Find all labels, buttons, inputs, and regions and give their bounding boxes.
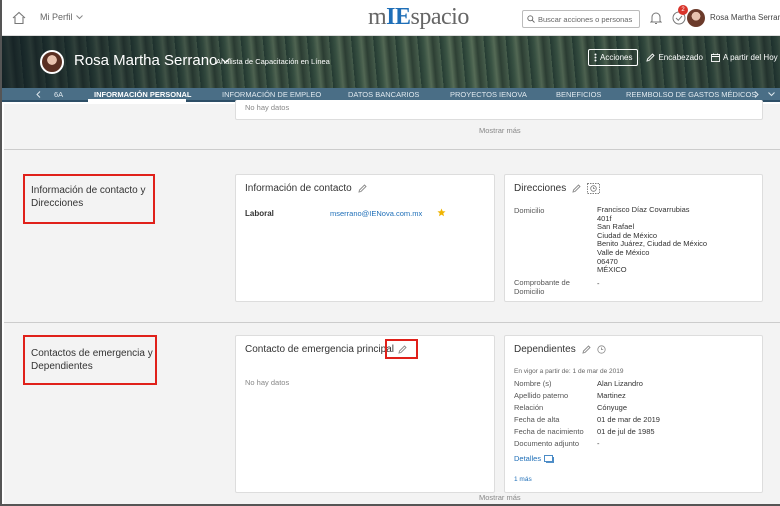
highlight-box: [23, 174, 155, 224]
show-more-link[interactable]: Mostrar más: [479, 126, 521, 135]
address-line: MÉXICO: [597, 265, 627, 275]
chevron-down-icon[interactable]: [768, 92, 775, 97]
details-label: Detalles: [514, 454, 542, 463]
search-icon: [527, 15, 535, 23]
header-edit-button[interactable]: Encabezado: [646, 53, 703, 62]
tab-personal-info[interactable]: INFORMACIÓN PERSONAL: [94, 90, 192, 99]
history-icon[interactable]: [587, 183, 601, 194]
actions-label: Acciones: [600, 53, 633, 62]
tab-benefits[interactable]: BENEFICIOS: [556, 90, 601, 99]
previous-card: No hay datos: [235, 100, 763, 120]
header-label: Encabezado: [658, 53, 703, 62]
app-window: Mi Perfil mIEspacio Buscar acciones o pe…: [0, 0, 780, 506]
dependent-field-label: Apellido paterno: [514, 391, 569, 400]
profile-header: Rosa Martha Serrano Analista de Capacita…: [2, 36, 780, 88]
more-vertical-icon: [594, 53, 597, 62]
card-title: Información de contacto: [245, 183, 352, 194]
card-title: Dependientes: [514, 344, 576, 355]
dependent-field-value: Cónyuge: [597, 403, 628, 412]
tab-bank-data[interactable]: DATOS BANCARIOS: [348, 90, 419, 99]
dependent-field-label: Relación: [514, 403, 544, 412]
as-of-label: A partir del Hoy: [722, 53, 778, 62]
section-divider: [4, 322, 780, 323]
proof-of-address-label: Comprobante de Domicilio: [514, 278, 570, 296]
effective-date: En vigor a partir de: 1 de mar de 2019: [514, 368, 624, 375]
tab-6a[interactable]: 6A: [54, 90, 63, 99]
pencil-icon[interactable]: [572, 184, 581, 193]
chevron-down-icon: [75, 14, 83, 19]
details-link[interactable]: Detalles: [514, 454, 555, 463]
dependent-field-value: Alan Lizandro: [597, 379, 643, 388]
dependents-card: Dependientes En vigor a partir de: 1 de …: [504, 335, 763, 493]
actions-button[interactable]: Acciones: [588, 49, 639, 66]
my-profile-label: Mi Perfil: [40, 12, 73, 22]
emergency-contact-card: Contacto de emergencia principal No hay …: [235, 335, 495, 493]
active-tab-indicator: [88, 99, 186, 102]
no-data-text: No hay datos: [245, 103, 290, 112]
show-more-link[interactable]: Mostrar más: [479, 493, 521, 502]
home-icon[interactable]: [12, 11, 26, 25]
pencil-icon[interactable]: [582, 345, 591, 354]
card-header: Información de contacto: [245, 183, 367, 194]
dependent-field-value: 01 de mar de 2019: [597, 415, 660, 424]
top-bar: Mi Perfil mIEspacio Buscar acciones o pe…: [2, 0, 780, 36]
dependent-field-label: Nombre (s): [514, 379, 552, 388]
search-input[interactable]: Buscar acciones o personas: [522, 10, 640, 28]
tab-ienova-projects[interactable]: PROYECTOS IENOVA: [450, 90, 527, 99]
dependent-field-label: Documento adjunto: [514, 439, 580, 448]
avatar[interactable]: [687, 9, 705, 27]
as-of-date-button[interactable]: A partir del Hoy: [711, 53, 778, 62]
contact-info-card: Información de contacto Laboral mserrano…: [235, 174, 495, 302]
bell-icon[interactable]: [650, 11, 662, 25]
card-header: Dependientes: [514, 344, 606, 355]
my-profile-menu[interactable]: Mi Perfil: [40, 12, 83, 22]
address-line: Francisco Díaz Covarrubias: [597, 205, 690, 214]
highlight-box: [23, 335, 157, 385]
main-content: No hay datos Mostrar más Información de …: [4, 100, 780, 504]
section-divider: [4, 149, 780, 150]
domicile-label: Domicilio: [514, 206, 545, 215]
addresses-card: Direcciones Domicilio Francisco Díaz Cov…: [504, 174, 763, 302]
popup-icon: [544, 454, 555, 463]
pencil-icon: [646, 53, 656, 62]
tab-employment-info[interactable]: INFORMACIÓN DE EMPLEO: [222, 90, 321, 99]
tab-medical-reimbursement[interactable]: REEMBOLSO DE GASTOS MÉDICOS: [626, 90, 756, 99]
calendar-icon: [711, 53, 720, 62]
search-placeholder: Buscar acciones o personas: [538, 14, 633, 24]
card-title: Contacto de emergencia principal: [245, 344, 394, 355]
dependent-field-label: Fecha de alta: [514, 415, 560, 424]
proof-of-address-value: -: [597, 279, 600, 288]
chevron-right-icon[interactable]: [754, 91, 759, 98]
profile-name-menu[interactable]: Rosa Martha Serrano: [74, 52, 231, 69]
notification-badge: 2: [678, 5, 688, 15]
highlight-box: [385, 339, 418, 359]
profile-avatar[interactable]: [40, 50, 64, 74]
dependent-field-value: 01 de jul de 1985: [597, 427, 655, 436]
email-link[interactable]: mserrano@IENova.com.mx: [330, 209, 422, 218]
star-icon: [437, 208, 446, 217]
address-block: Francisco Díaz Covarrubias 401f San Rafa…: [597, 205, 707, 275]
history-icon[interactable]: [597, 345, 606, 354]
no-data-text: No hay datos: [245, 378, 290, 387]
header-actions: Acciones Encabezado A partir del Hoy: [588, 49, 778, 66]
card-header: Contacto de emergencia principal: [245, 344, 394, 355]
email-type-label: Laboral: [245, 209, 274, 218]
dependent-field-value: Martinez: [597, 391, 626, 400]
more-dependents-link[interactable]: 1 más: [514, 476, 532, 483]
dependent-field-label: Fecha de nacimiento: [514, 427, 584, 436]
profile-name: Rosa Martha Serrano: [74, 52, 218, 69]
chevron-left-icon[interactable]: [36, 91, 41, 98]
dependent-field-value: -: [597, 439, 600, 448]
card-title: Direcciones: [514, 183, 567, 194]
card-header: Direcciones: [514, 183, 601, 194]
profile-job-title: Analista de Capacitación en Línea: [216, 57, 330, 66]
app-logo[interactable]: mIEspacio: [368, 4, 469, 31]
user-name[interactable]: Rosa Martha Serrano: [710, 13, 780, 22]
pencil-icon[interactable]: [358, 184, 367, 193]
